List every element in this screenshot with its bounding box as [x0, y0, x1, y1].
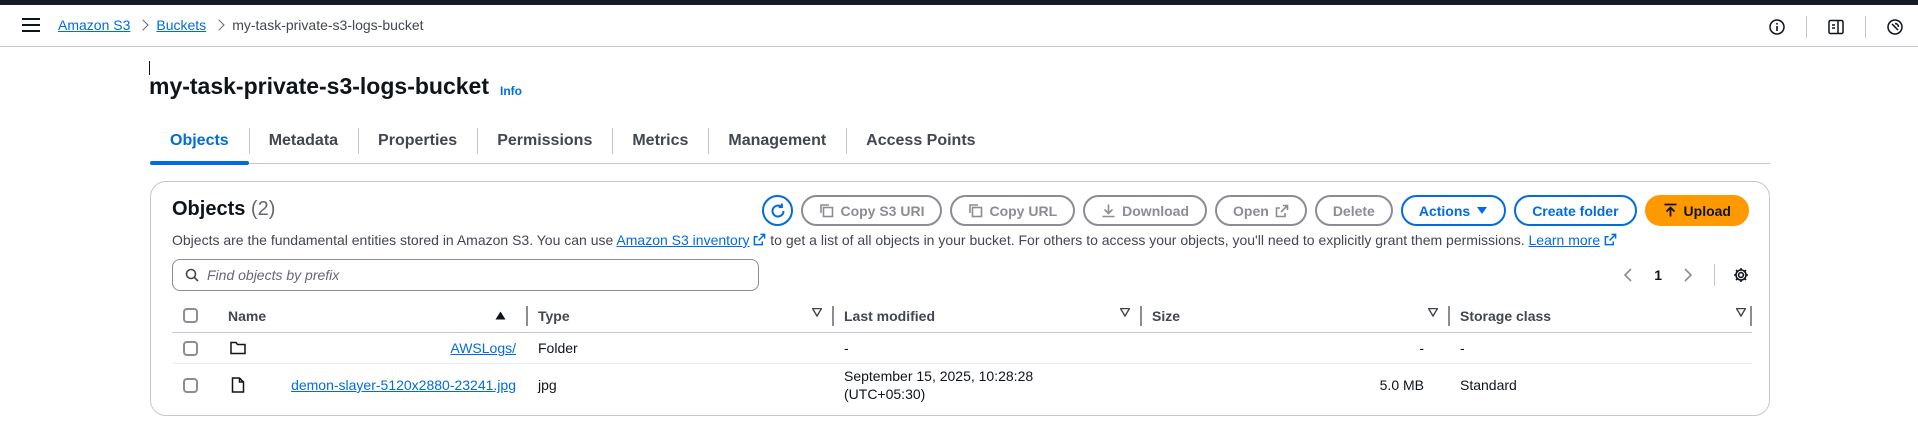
info-icon[interactable] — [1768, 18, 1786, 36]
notifications-icon[interactable] — [1886, 18, 1904, 36]
table-row: demon-slayer-5120x2880-23241.jpg jpg Sep… — [172, 364, 1752, 406]
object-type: jpg — [538, 377, 557, 393]
file-icon — [231, 377, 245, 393]
column-header-size[interactable]: Size — [1142, 305, 1450, 326]
row-checkbox[interactable] — [183, 340, 198, 356]
tab-permissions[interactable]: Permissions — [477, 124, 612, 164]
divider — [1865, 16, 1866, 38]
tab-metrics[interactable]: Metrics — [612, 124, 708, 164]
chevron-right-icon — [137, 19, 150, 31]
objects-toolbar: Copy S3 URI Copy URL Download Open Delet… — [762, 195, 1749, 226]
object-size: 5.0 MB — [1379, 377, 1424, 393]
folder-icon — [230, 341, 246, 355]
settings-icon[interactable] — [1733, 267, 1749, 283]
sort-icon — [1120, 307, 1130, 317]
delete-button[interactable]: Delete — [1314, 195, 1393, 226]
tab-access-points[interactable]: Access Points — [846, 124, 995, 164]
copy-icon — [820, 204, 834, 218]
page-number[interactable]: 1 — [1654, 267, 1662, 283]
select-all-checkbox[interactable] — [183, 308, 198, 323]
sort-icon — [1736, 307, 1746, 317]
column-header-storage-class[interactable]: Storage class — [1450, 305, 1752, 326]
search-input[interactable] — [207, 267, 747, 283]
column-header-name[interactable]: Name — [228, 305, 528, 326]
copy-url-button[interactable]: Copy URL — [950, 195, 1076, 226]
next-page-icon[interactable] — [1680, 267, 1696, 283]
info-link[interactable]: Info — [500, 84, 522, 98]
table-row: AWSLogs/ Folder - - - — [172, 333, 1752, 364]
search-box[interactable] — [172, 259, 759, 291]
object-last-modified: September 15, 2025, 10:28:28 (UTC+05:30) — [844, 368, 1034, 402]
breadcrumb-current: my-task-private-s3-logs-bucket — [232, 17, 424, 33]
objects-panel: Objects (2) Copy S3 URI Copy URL Downloa… — [150, 181, 1770, 416]
object-name-link[interactable]: AWSLogs/ — [450, 340, 516, 356]
object-storage-class: Standard — [1460, 377, 1517, 393]
column-header-type[interactable]: Type — [528, 305, 834, 326]
tab-objects[interactable]: Objects — [150, 124, 249, 165]
column-header-last-modified[interactable]: Last modified — [834, 305, 1142, 326]
tab-properties[interactable]: Properties — [358, 124, 477, 164]
object-type: Folder — [538, 340, 578, 356]
upload-button[interactable]: Upload — [1644, 195, 1749, 226]
menu-icon[interactable] — [22, 18, 40, 32]
breadcrumb-amazon-s3[interactable]: Amazon S3 — [58, 17, 130, 33]
chevron-right-icon — [213, 19, 225, 31]
objects-table: Name Type Last modified Size Storage cla — [172, 299, 1752, 406]
row-checkbox[interactable] — [183, 377, 198, 393]
copy-icon — [969, 204, 983, 218]
external-link-icon — [1604, 233, 1617, 246]
top-navigation: Amazon S3 Buckets my-task-private-s3-log… — [0, 5, 1918, 47]
object-last-modified: - — [844, 340, 849, 356]
external-link-icon — [1275, 204, 1289, 217]
objects-count: (2) — [250, 198, 276, 220]
actions-dropdown[interactable]: Actions — [1400, 195, 1507, 226]
objects-heading-label: Objects — [172, 198, 246, 220]
divider — [1714, 264, 1715, 286]
upload-icon — [1664, 203, 1677, 217]
refresh-button[interactable] — [762, 195, 794, 226]
search-icon — [185, 268, 199, 282]
open-button[interactable]: Open — [1215, 195, 1307, 226]
inventory-link[interactable]: Amazon S3 inventory — [616, 232, 749, 248]
tab-bar: Objects Metadata Properties Permissions … — [150, 124, 1770, 165]
top-icons — [1768, 16, 1904, 38]
tab-metadata[interactable]: Metadata — [248, 124, 358, 164]
table-header: Name Type Last modified Size Storage cla — [172, 299, 1752, 333]
breadcrumb-buckets[interactable]: Buckets — [156, 17, 206, 33]
external-link-icon — [754, 233, 766, 246]
refresh-icon — [771, 202, 785, 218]
learn-more-link[interactable]: Learn more — [1529, 232, 1601, 248]
page-title: my-task-private-s3-logs-bucket — [149, 73, 489, 99]
objects-heading: Objects (2) — [172, 198, 275, 221]
breadcrumb: Amazon S3 Buckets my-task-private-s3-log… — [58, 17, 424, 33]
create-folder-button[interactable]: Create folder — [1514, 195, 1637, 226]
caret-down-icon — [1477, 206, 1488, 214]
divider — [1806, 16, 1807, 38]
pagination: 1 — [1620, 264, 1749, 286]
download-button[interactable]: Download — [1083, 195, 1208, 226]
split-panel-icon[interactable] — [1827, 18, 1845, 36]
object-storage-class: - — [1460, 340, 1465, 356]
objects-description: Objects are the fundamental entities sto… — [172, 232, 1617, 248]
object-size: - — [1419, 340, 1424, 356]
download-icon — [1102, 204, 1115, 218]
previous-page-icon[interactable] — [1620, 267, 1636, 283]
column-resizer[interactable] — [1750, 305, 1752, 326]
copy-s3-uri-button[interactable]: Copy S3 URI — [801, 195, 943, 226]
sort-icon — [812, 307, 822, 317]
sort-ascending-icon — [495, 311, 506, 320]
tab-management[interactable]: Management — [708, 124, 846, 164]
sort-icon — [1428, 307, 1438, 317]
object-name-link[interactable]: demon-slayer-5120x2880-23241.jpg — [291, 377, 516, 393]
